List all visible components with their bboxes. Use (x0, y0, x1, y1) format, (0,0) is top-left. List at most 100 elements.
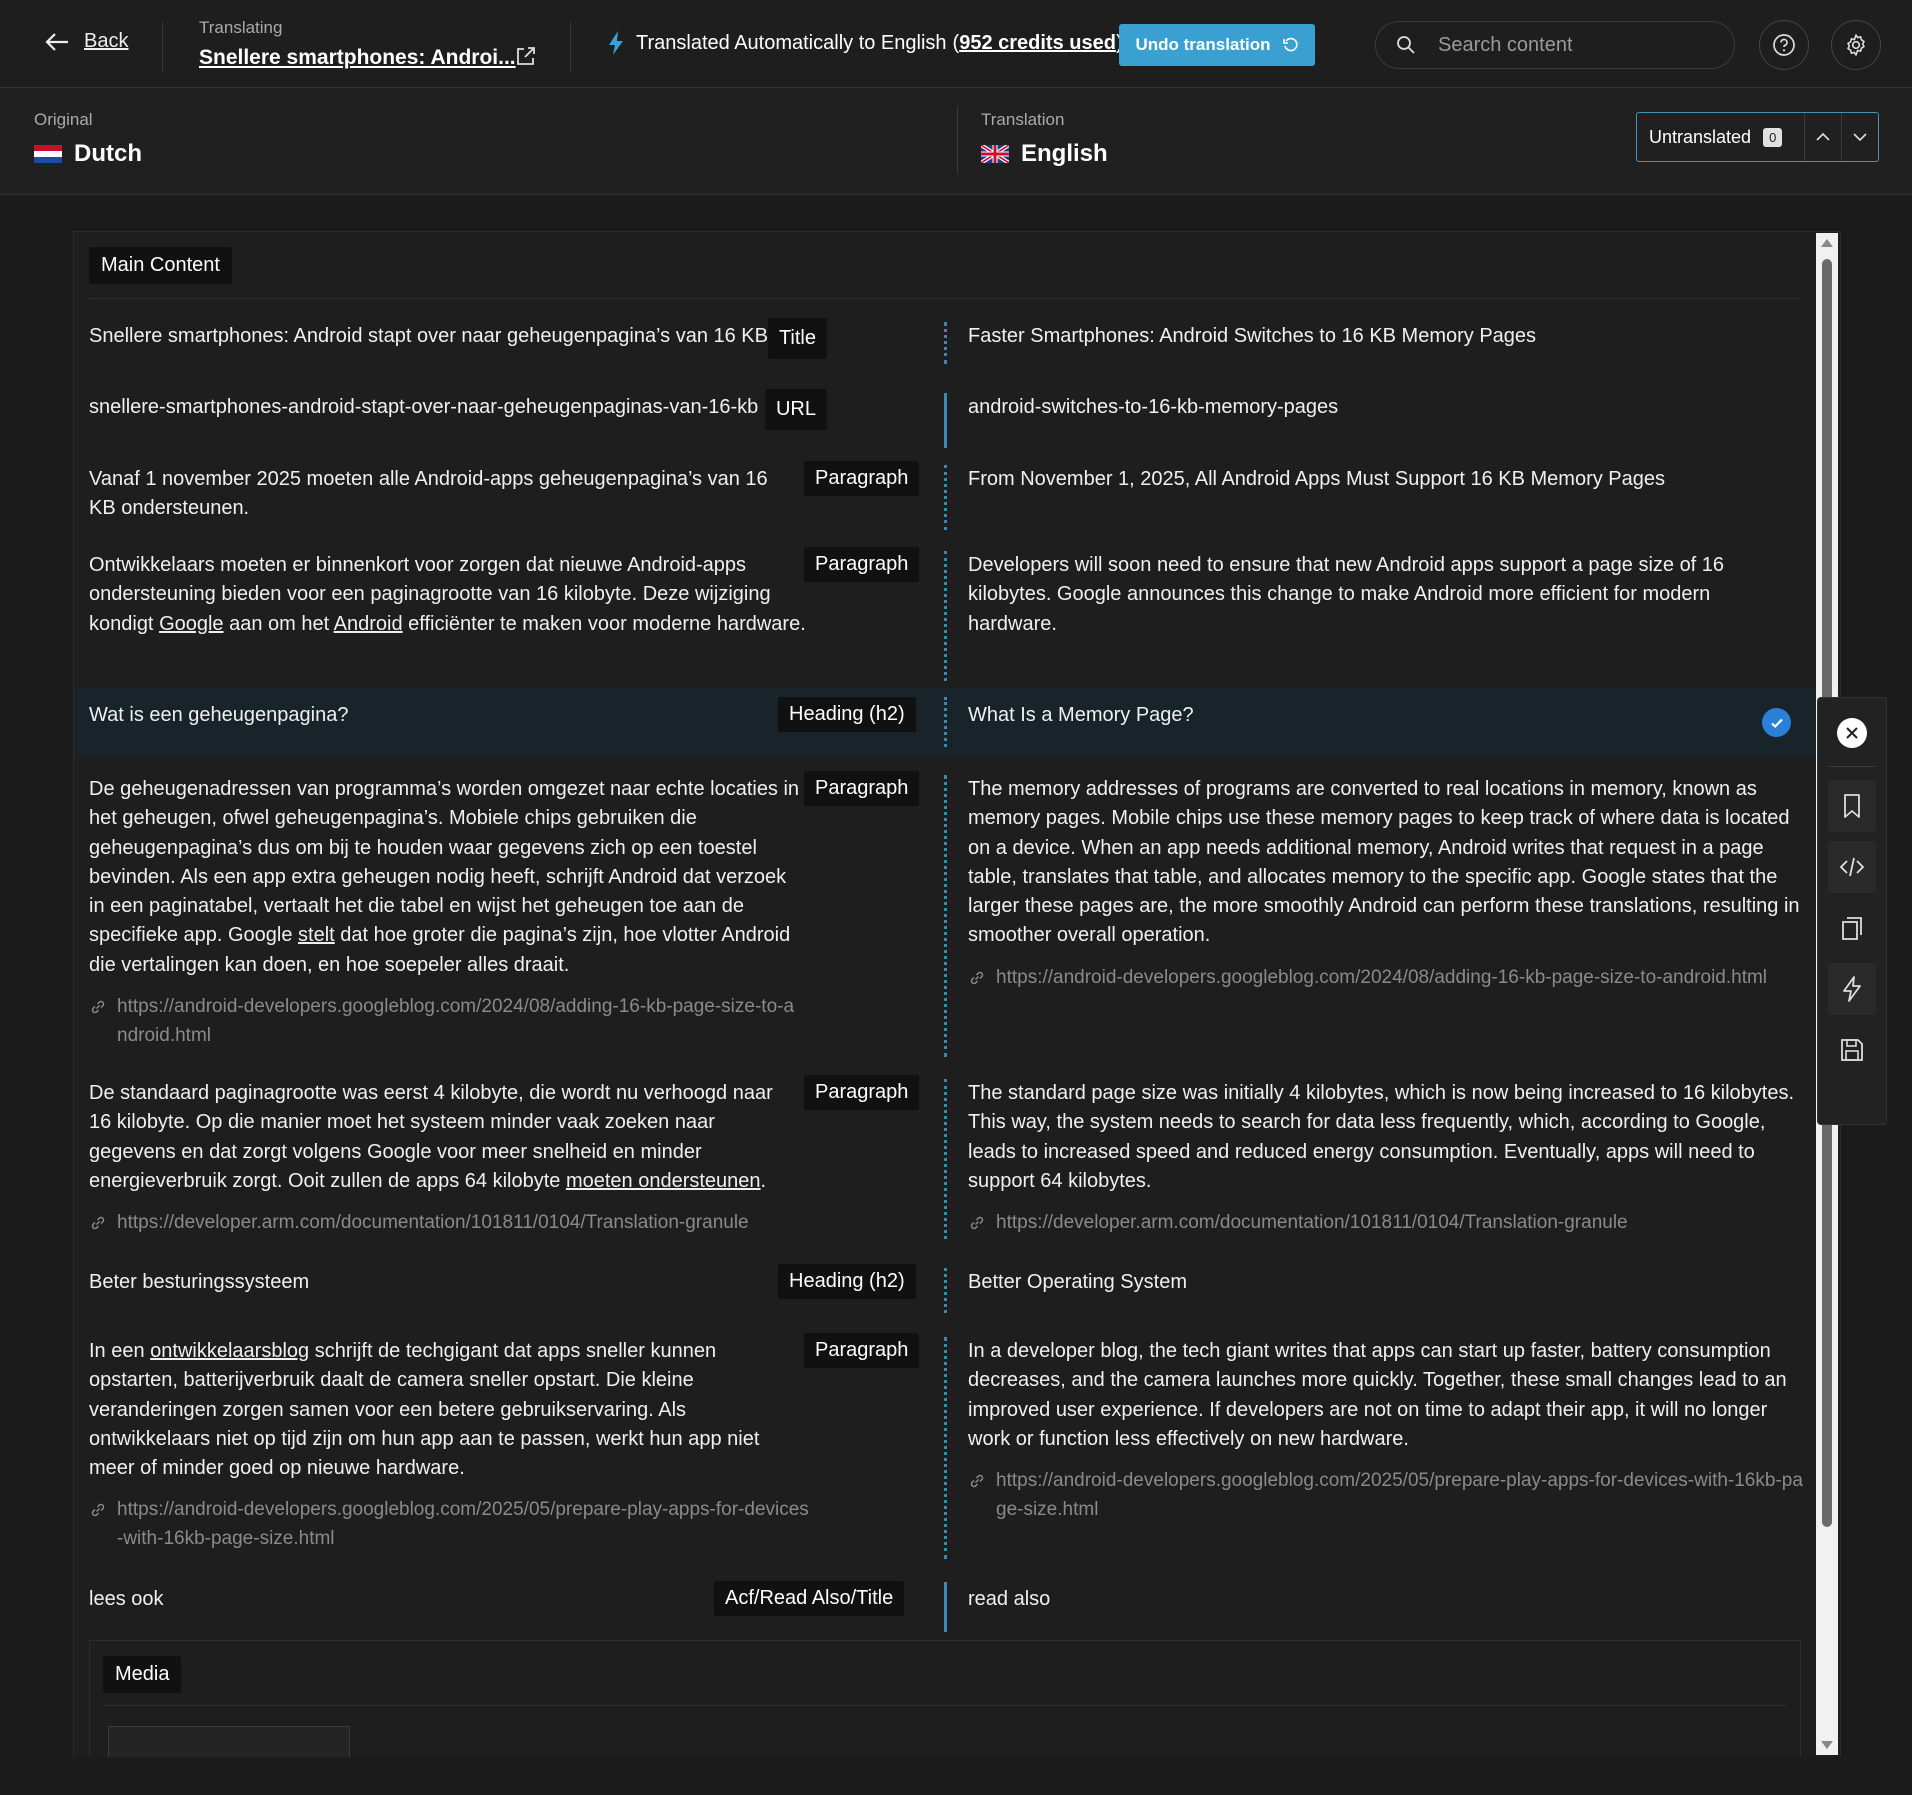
original-text-content: Snellere smartphones: Android stapt over… (89, 325, 768, 347)
divider (570, 22, 571, 72)
bookmark-button[interactable] (1828, 780, 1876, 832)
undo-label: Undo translation (1135, 35, 1271, 54)
media-thumbnail[interactable] (108, 1726, 350, 1757)
search-input[interactable] (1436, 32, 1700, 58)
gear-icon (1847, 34, 1865, 56)
original-text-content: Beter besturingssysteem (89, 1271, 310, 1293)
original-text[interactable]: Vanaf 1 november 2025 moeten alle Androi… (89, 465, 799, 524)
untranslated-filter[interactable]: Untranslated 0 (1636, 112, 1879, 162)
back-label[interactable]: Back (84, 30, 128, 53)
close-button[interactable] (1837, 718, 1867, 748)
back-button[interactable]: Back (44, 30, 128, 53)
source-link-text: https://android-developers.googleblog.co… (996, 1470, 1803, 1521)
original-text[interactable]: Wat is een geheugenpagina? (89, 701, 809, 730)
content-row: De geheugenadressen van programma’s word… (74, 771, 1840, 1075)
original-language-name: Dutch (74, 140, 142, 167)
translation-text[interactable]: Faster Smartphones: Android Switches to … (968, 322, 1798, 351)
scroll-up-icon[interactable] (1821, 239, 1833, 247)
original-text[interactable]: In een ontwikkelaarsblog schrijft de tec… (89, 1337, 809, 1553)
link-icon (970, 971, 984, 984)
code-icon (1839, 857, 1865, 877)
stelt-link[interactable]: stelt (298, 924, 335, 946)
source-link[interactable]: https://developer.arm.com/documentation/… (968, 1208, 1808, 1237)
post-title-link[interactable]: Snellere smartphones: Androi... (199, 46, 516, 70)
arrow-left-icon (45, 32, 68, 51)
translation-text[interactable]: In a developer blog, the tech giant writ… (968, 1337, 1808, 1524)
link-icon (91, 1000, 105, 1014)
help-button[interactable] (1759, 20, 1809, 70)
credits-used[interactable]: 952 credits used (959, 32, 1116, 54)
main-content-label: Main Content (89, 247, 232, 284)
content-row: Vanaf 1 november 2025 moeten alle Androi… (74, 461, 1840, 535)
copy-button[interactable] (1828, 902, 1876, 954)
source-link[interactable]: https://android-developers.googleblog.co… (89, 1495, 809, 1553)
content-row: snellere-smartphones-android-stapt-over-… (74, 389, 1840, 453)
translation-language: Translation English (981, 110, 1108, 167)
original-text[interactable]: De standaard paginagrootte was eerst 4 k… (89, 1079, 799, 1237)
previous-untranslated-button[interactable] (1804, 113, 1841, 161)
field-tag: Paragraph (804, 771, 920, 806)
source-link[interactable]: https://android-developers.googleblog.co… (89, 992, 804, 1050)
scroll-down-icon[interactable] (1821, 1741, 1833, 1749)
divider (1828, 766, 1876, 767)
translating-label: Translating (199, 18, 283, 37)
undo-icon (1282, 37, 1298, 52)
source-link[interactable]: https://android-developers.googleblog.co… (968, 963, 1808, 992)
source-link-text: https://android-developers.googleblog.co… (996, 966, 1768, 988)
original-label: Original (34, 110, 93, 129)
chevron-down-icon (1853, 133, 1867, 142)
undo-translation-button[interactable]: Undo translation (1119, 24, 1315, 66)
google-link[interactable]: Google (159, 613, 224, 635)
original-text[interactable]: Ontwikkelaars moeten er binnenkort voor … (89, 551, 814, 639)
untranslated-label: Untranslated (1649, 126, 1752, 147)
moeten-ondersteunen-link[interactable]: moeten ondersteunen (566, 1170, 761, 1192)
copy-icon (1842, 917, 1862, 940)
translation-text[interactable]: The memory addresses of programs are con… (968, 775, 1808, 992)
uk-flag-icon (981, 145, 1009, 163)
external-link-icon[interactable] (515, 45, 537, 67)
bolt-icon (1843, 976, 1861, 1002)
source-link-text: https://developer.arm.com/documentation/… (996, 1212, 1628, 1234)
translation-text[interactable]: Developers will soon need to ensure that… (968, 551, 1798, 639)
link-icon (970, 1216, 984, 1230)
source-link-text: https://developer.arm.com/documentation/… (117, 1212, 749, 1234)
translation-text[interactable]: The standard page size was initially 4 k… (968, 1079, 1808, 1237)
translation-text[interactable]: Better Operating System (968, 1268, 1798, 1297)
chevron-up-icon (1816, 132, 1830, 141)
source-link-text: https://android-developers.googleblog.co… (117, 996, 795, 1047)
original-text[interactable]: De geheugenadressen van programma’s word… (89, 775, 804, 1050)
media-label: Media (103, 1656, 182, 1693)
translation-text[interactable]: From November 1, 2025, All Android Apps … (968, 465, 1798, 494)
media-section: Media (89, 1640, 1801, 1757)
auto-translate-button[interactable] (1828, 963, 1876, 1015)
original-text[interactable]: lees ook (89, 1585, 809, 1614)
code-button[interactable] (1828, 841, 1876, 893)
next-untranslated-button[interactable] (1841, 113, 1878, 161)
translation-text[interactable]: android-switches-to-16-kb-memory-pages (968, 393, 1798, 422)
divider (103, 1705, 1787, 1706)
translation-text[interactable]: What Is a Memory Page? (968, 701, 1798, 730)
translation-text-content: In a developer blog, the tech giant writ… (968, 1340, 1787, 1450)
field-tag: Title (767, 318, 827, 360)
settings-button[interactable] (1831, 20, 1881, 70)
original-text[interactable]: Snellere smartphones: Android stapt over… (89, 318, 827, 360)
original-text-content: Vanaf 1 november 2025 moeten alle Androi… (89, 468, 768, 520)
android-link[interactable]: Android (334, 613, 403, 635)
link-icon (91, 1216, 105, 1230)
field-tag: Paragraph (804, 461, 920, 496)
source-link[interactable]: https://android-developers.googleblog.co… (968, 1466, 1808, 1524)
translation-text[interactable]: read also (968, 1585, 1798, 1614)
row-divider (944, 1079, 947, 1239)
content-panel: Main Content Snellere smartphones: Andro… (73, 231, 1841, 1757)
save-button[interactable] (1828, 1024, 1876, 1076)
source-link[interactable]: https://developer.arm.com/documentation/… (89, 1208, 799, 1237)
divider (957, 106, 958, 174)
content-row: De standaard paginagrootte was eerst 4 k… (74, 1075, 1840, 1249)
ontwikkelaarsblog-link[interactable]: ontwikkelaarsblog (150, 1340, 309, 1362)
row-divider (944, 775, 947, 1057)
original-text[interactable]: snellere-smartphones-android-stapt-over-… (89, 389, 827, 431)
search-box[interactable] (1375, 21, 1735, 69)
row-divider (944, 551, 947, 681)
original-text[interactable]: Beter besturingssysteem (89, 1268, 809, 1297)
floating-toolbar (1817, 697, 1887, 1125)
